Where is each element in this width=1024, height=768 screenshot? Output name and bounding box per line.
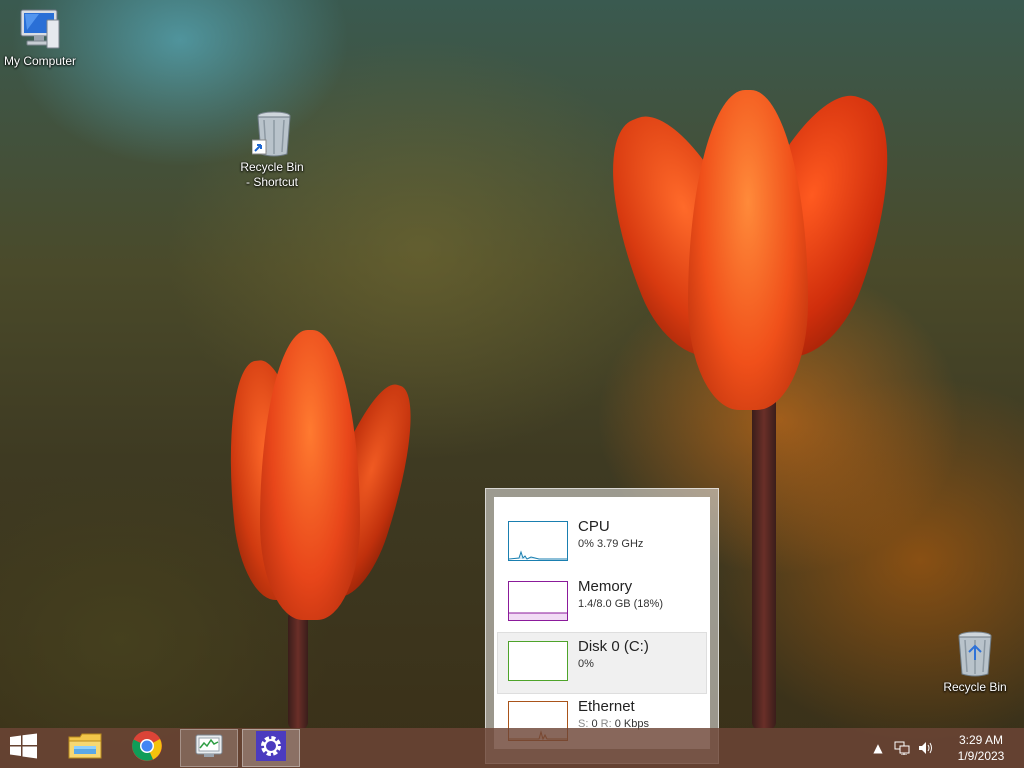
computer-icon (17, 8, 63, 52)
taskbar: ▲ 3:29 AM 1/9/2023 (0, 728, 1024, 768)
perf-item-cpu[interactable]: CPU 0% 3.79 GHz (498, 513, 706, 573)
perf-item-detail: 1.4/8.0 GB (18%) (578, 598, 663, 610)
cpu-graph (508, 521, 568, 561)
perf-item-memory[interactable]: Memory 1.4/8.0 GB (18%) (498, 573, 706, 633)
start-button[interactable] (0, 729, 48, 767)
windows-start-icon (10, 733, 38, 763)
perf-item-name: Disk 0 (C:) (578, 638, 649, 655)
system-tray: ▲ 3:29 AM 1/9/2023 (866, 728, 1024, 768)
perf-item-detail: 0% (578, 658, 594, 670)
desktop-icon-label: Recycle Bin - Shortcut (240, 160, 304, 189)
taskbar-task-manager[interactable] (180, 729, 238, 767)
desktop-icon-my-computer[interactable]: My Computer (0, 8, 80, 69)
taskbar-file-explorer[interactable] (56, 729, 114, 767)
perf-item-name: CPU (578, 518, 610, 535)
desktop-icon-recycle-bin[interactable]: Recycle Bin (935, 630, 1015, 695)
taskbar-clock[interactable]: 3:29 AM 1/9/2023 (938, 732, 1024, 764)
taskbar-chrome[interactable] (118, 729, 176, 767)
recycle-bin-icon (955, 630, 995, 678)
perf-item-detail: 0% 3.79 GHz (578, 538, 644, 550)
desktop-icon-recycle-bin-shortcut[interactable]: Recycle Bin - Shortcut (232, 110, 312, 190)
settings-gear-icon (256, 731, 286, 765)
clock-time: 3:29 AM (958, 733, 1004, 747)
task-manager-icon (194, 732, 224, 764)
file-explorer-icon (68, 731, 102, 765)
taskbar-settings[interactable] (242, 729, 300, 767)
perf-item-disk[interactable]: Disk 0 (C:) 0% (497, 632, 707, 694)
perf-item-name: Memory (578, 578, 633, 595)
network-icon[interactable] (890, 728, 914, 768)
memory-graph (508, 581, 568, 621)
recycle-bin-icon (251, 110, 292, 158)
clock-date: 1/9/2023 (957, 749, 1005, 763)
desktop-icon-label: My Computer (3, 54, 77, 68)
performance-list: CPU 0% 3.79 GHz Memory 1.4/8.0 GB (18%) … (494, 497, 710, 749)
wallpaper-tulip-left (217, 320, 433, 728)
desktop-icon-label: Recycle Bin (943, 680, 1007, 694)
perf-item-name: Ethernet (578, 698, 635, 715)
volume-icon[interactable] (914, 728, 938, 768)
performance-flyout: CPU 0% 3.79 GHz Memory 1.4/8.0 GB (18%) … (485, 488, 719, 764)
show-hidden-icons-chevron[interactable]: ▲ (866, 728, 890, 768)
chrome-icon (131, 730, 163, 766)
disk-graph (508, 641, 568, 681)
